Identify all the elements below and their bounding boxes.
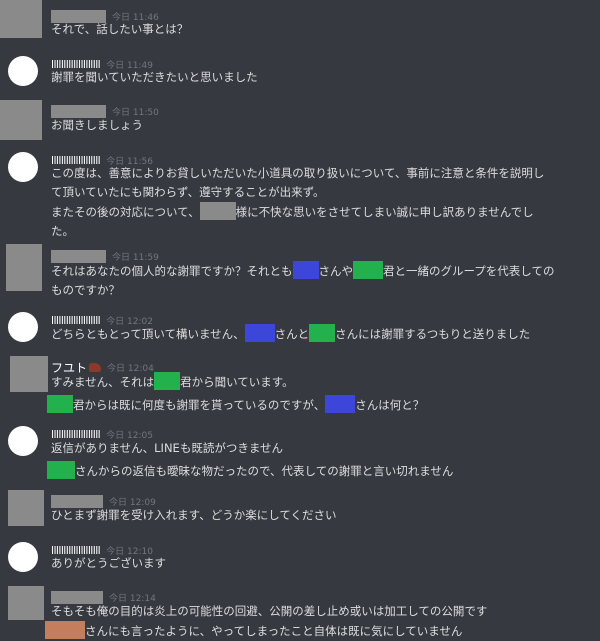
message-content: すみません、それは 君から聞いています。 君からは既に何度も謝罪を貰っているのです… [47,372,425,415]
avatar[interactable] [8,542,38,572]
message-line: それはあなたの個人的な謝罪ですか？それとも さんや 君と一緒のグループを代表しての [51,261,554,281]
message-line: この度は、善意によりお貸しいただいた小道具の取り扱いについて、事前に注意と条件を… [51,166,545,180]
message-content: この度は、善意によりお貸しいただいた小道具の取り扱いについて、事前に注意と条件を… [51,164,544,241]
message-content: どちらともとって頂いて構いません、 さんと さんには謝罪するつもりと送りました [51,324,530,344]
text-segment: さんからの返信も曖昧な物だったので、代表しての謝罪と言い切れません [75,464,454,478]
text-segment: さんにも言ったように、やってしまったこと自体は既に気にしていません [85,624,463,638]
redacted-name [353,261,383,279]
redacted-name [292,261,319,279]
text-segment: どちらともとって頂いて構いません、 [51,327,245,341]
message-line: た。 [51,224,74,238]
redacted-name [325,395,356,413]
message-content: それで、話したい事とは？ [51,20,188,39]
message-content: ひとまず謝罪を受け入れます、どうか楽にしてください [51,506,337,525]
message-line: ひとまず謝罪を受け入れます、どうか楽にしてください [51,508,337,522]
message-line: そもそも俺の目的は炎上の可能性の回避、公開の差し止め或いは加工しての公開です [51,604,488,618]
message-content: それはあなたの個人的な謝罪ですか？それとも さんや 君と一緒のグループを代表しての … [51,261,554,300]
text-segment: さんは何と？ [355,398,425,412]
redacted-name [309,324,336,342]
message-header: 今日 12:14 [51,587,156,604]
avatar[interactable] [8,490,44,526]
message-header: 今日 11:59 [51,246,159,263]
text-segment: 君からは既に何度も謝罪を貰っているのですが、 [73,398,326,412]
avatar[interactable] [8,426,38,456]
text-segment: さんや [318,264,354,278]
message-header: llllllllllllllllllll 今日 12:05 [51,424,153,441]
message-line: どちらともとって頂いて構いません、 さんと さんには謝罪するつもりと送りました [51,324,530,344]
avatar[interactable] [0,100,42,140]
message-line: それで、話したい事とは？ [51,22,189,36]
avatar[interactable] [0,0,42,38]
avatar[interactable] [8,312,38,342]
text-segment: またその後の対応について、 [51,205,200,219]
text-segment: 様に不快な思いをさせてしまい誠に申し訳ありませんでし [235,205,534,219]
message-line: ありがとうございます [51,556,166,570]
message-line: ものですか？ [51,283,120,297]
message-line: さんにも言ったように、やってしまったこと自体は既に気にしていません [45,621,487,641]
redacted-name [45,621,85,639]
message-line: 謝罪を聞いていただきたいと思いました [51,70,258,84]
text-segment: 君から聞いています。 [180,375,294,389]
message-content: お聞きしましょう [51,116,143,135]
message-header: 今日 11:50 [51,101,159,118]
message-line: 返信がありません、LINEも既読がつきません [51,441,283,455]
avatar[interactable] [8,56,38,86]
redacted-name [154,372,181,390]
message-header: フユト 今日 12:04 [51,357,154,375]
message-line: またその後の対応について、 様に不快な思いをさせてしまい誠に申し訳ありませんでし [51,202,544,222]
text-segment: さんと [274,327,310,341]
role-badge-icon [89,363,102,372]
message-content: 謝罪を聞いていただきたいと思いました [51,68,258,87]
message-header: 今日 12:09 [51,491,156,508]
message-content: 返信がありません、LINEも既読がつきません さんからの返信も曖昧な物だったので… [47,439,454,481]
message-content: そもそも俺の目的は炎上の可能性の回避、公開の差し止め或いは加工しての公開です さ… [45,602,488,641]
text-segment: 君と一緒のグループを代表しての [383,264,555,278]
message-line: て頂いていたにも関わらず、遵守することが出来ず。 [51,185,325,199]
avatar[interactable] [8,152,38,182]
avatar[interactable] [10,356,48,392]
message-content: ありがとうございます [51,554,166,573]
text-segment: さんには謝罪するつもりと送りました [335,327,531,341]
redacted-name [199,202,236,220]
avatar[interactable] [6,244,42,291]
text-segment: すみません、それは [51,375,155,389]
redacted-name [47,461,75,479]
redacted-name [244,324,275,342]
avatar[interactable] [8,586,44,620]
text-segment: それはあなたの個人的な謝罪ですか？それとも [51,264,293,278]
message-line: お聞きしましょう [51,118,143,132]
message-line: すみません、それは 君から聞いています。 [51,372,424,392]
message-line: さんからの返信も曖昧な物だったので、代表しての謝罪と言い切れません [47,461,454,481]
redacted-name [47,395,73,413]
message-line: 君からは既に何度も謝罪を貰っているのですが、 さんは何と？ [47,395,425,415]
